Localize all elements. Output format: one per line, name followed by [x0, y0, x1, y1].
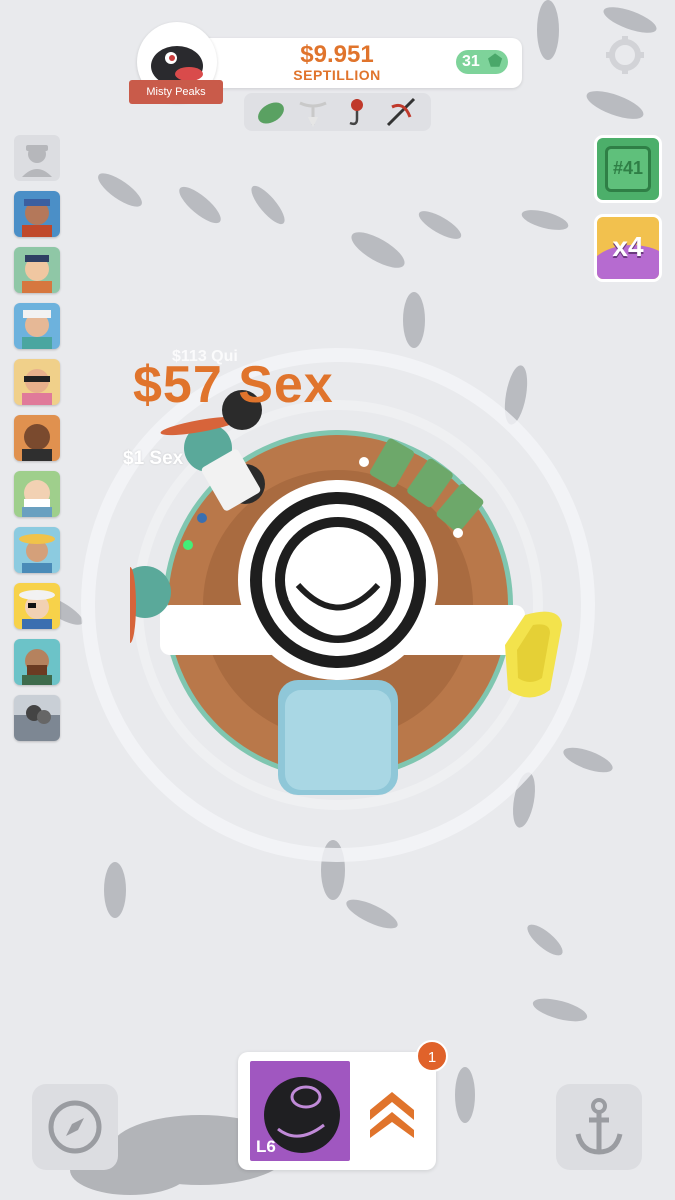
fisher-portrait-icon	[22, 369, 52, 405]
catch-value-one: $1 Sex	[123, 448, 184, 469]
money-panel: $9.951 SEPTILLION 31 ⬟	[192, 38, 522, 88]
money-unit: SEPTILLION	[293, 67, 381, 83]
leaf-lure-icon[interactable]	[254, 95, 288, 129]
gem-counter[interactable]: 31 ⬟	[456, 50, 508, 74]
gem-icon: ⬟	[488, 53, 502, 70]
rank-label: #41	[612, 158, 644, 178]
crew-member-6[interactable]	[14, 471, 60, 517]
upgrade-level: L6	[256, 1137, 276, 1156]
antler-lure-icon[interactable]	[296, 95, 330, 129]
crew-member-2[interactable]	[14, 247, 60, 293]
boost-label: x4	[612, 231, 644, 262]
catch-value-big: $57 Sex	[133, 356, 334, 414]
crew-member-4[interactable]	[14, 359, 60, 405]
compass-button[interactable]	[32, 1084, 118, 1170]
fisher-portrait-icon	[22, 424, 52, 461]
crew-member-5[interactable]	[14, 415, 60, 461]
rank-button[interactable]: #41	[594, 135, 662, 203]
fisher-portrait-icon	[22, 310, 52, 349]
crew-member-9[interactable]	[14, 639, 60, 685]
locked-person-icon	[22, 145, 52, 177]
lure-bar	[244, 93, 431, 131]
fisher-portrait-icon	[19, 534, 55, 573]
boost-button[interactable]: x4	[594, 214, 662, 282]
gem-count: 31	[462, 53, 480, 70]
fisher-portrait-icon	[22, 649, 52, 685]
crossbow-icon[interactable]	[384, 95, 418, 129]
fishing-boat[interactable]	[130, 360, 580, 810]
crew-member-3[interactable]	[14, 303, 60, 349]
fisher-portrait-icon	[19, 590, 55, 629]
gear-icon[interactable]	[604, 34, 646, 76]
notification-badge: 1	[416, 1040, 448, 1072]
upgrade-item-button[interactable]: L6	[250, 1061, 350, 1161]
money-amount: $9.951	[300, 41, 374, 68]
fly-hook-icon[interactable]	[340, 95, 374, 129]
upgrade-arrows-icon[interactable]	[366, 1088, 418, 1138]
location-name: Misty Peaks	[129, 80, 223, 104]
fisher-portrait-icon	[22, 199, 52, 237]
fisher-portrait-icon	[14, 705, 60, 741]
upgrade-panel: L6	[238, 1052, 436, 1170]
fisher-portrait-icon	[22, 255, 52, 293]
fisher-portrait-icon	[22, 480, 52, 517]
anchor-button[interactable]	[556, 1084, 642, 1170]
crew-member-10[interactable]	[14, 695, 60, 741]
crew-member-1[interactable]	[14, 191, 60, 237]
compass-icon	[48, 1100, 102, 1154]
anchor-icon	[575, 1098, 623, 1155]
crew-slot-locked[interactable]	[14, 135, 60, 181]
crew-member-7[interactable]	[14, 527, 60, 573]
crew-member-8[interactable]	[14, 583, 60, 629]
